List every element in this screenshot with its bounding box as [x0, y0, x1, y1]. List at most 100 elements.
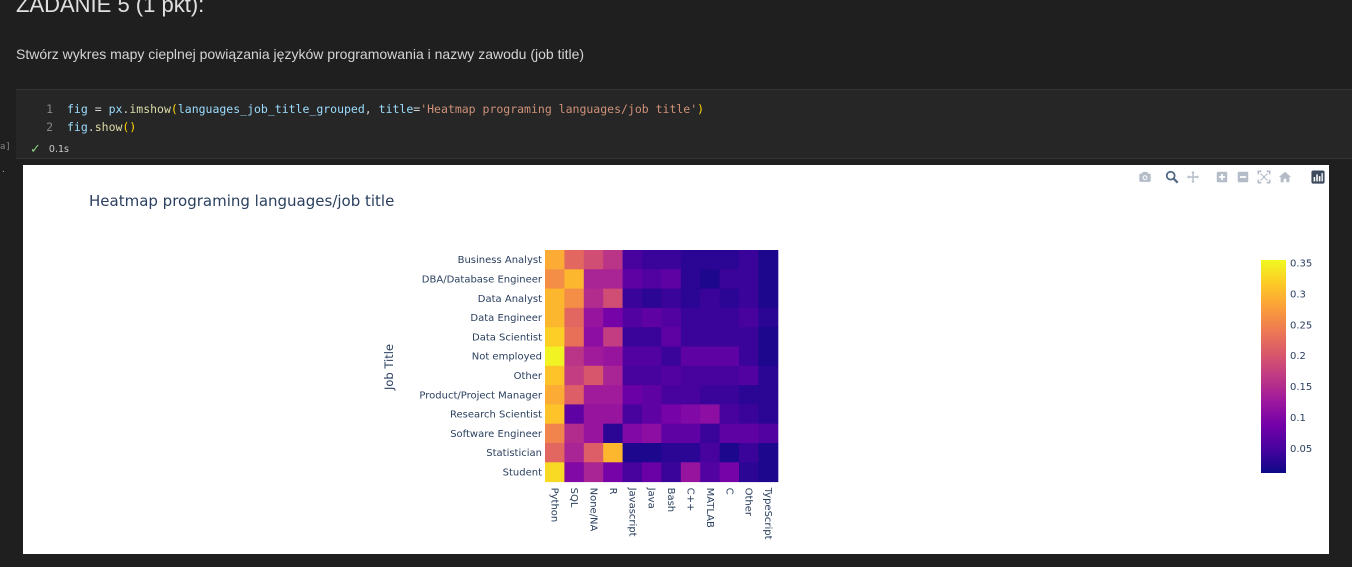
- heatmap-cell[interactable]: [545, 250, 565, 270]
- heatmap-cell[interactable]: [603, 385, 624, 405]
- heatmap-cell[interactable]: [642, 404, 662, 425]
- heatmap-cell[interactable]: [758, 404, 779, 425]
- heatmap-cell[interactable]: [739, 269, 759, 290]
- heatmap-cell[interactable]: [622, 346, 643, 367]
- heatmap-cell[interactable]: [622, 423, 643, 444]
- heatmap-cell[interactable]: [661, 250, 682, 270]
- heatmap-cell[interactable]: [642, 250, 662, 270]
- heatmap-cell[interactable]: [680, 385, 701, 405]
- heatmap-cell[interactable]: [642, 365, 662, 386]
- heatmap-cell[interactable]: [564, 288, 585, 309]
- heatmap-cell[interactable]: [545, 385, 565, 405]
- heatmap-cell[interactable]: [622, 250, 643, 270]
- heatmap-cell[interactable]: [545, 462, 565, 483]
- heatmap-cell[interactable]: [700, 288, 721, 309]
- heatmap-cell[interactable]: [642, 385, 662, 405]
- heatmap-cell[interactable]: [622, 443, 643, 463]
- heatmap-cell[interactable]: [583, 423, 604, 444]
- heatmap-cell[interactable]: [642, 423, 662, 444]
- heatmap-cell[interactable]: [603, 423, 624, 444]
- heatmap-cell[interactable]: [583, 385, 604, 405]
- heatmap-cell[interactable]: [603, 365, 624, 386]
- code-line-2[interactable]: 2 fig. show(): [16, 118, 1352, 136]
- heatmap-cell[interactable]: [700, 346, 721, 367]
- heatmap-cell[interactable]: [622, 269, 643, 290]
- heatmap-cell[interactable]: [661, 327, 682, 347]
- heatmap-cell[interactable]: [758, 462, 779, 483]
- heatmap-cell[interactable]: [661, 365, 682, 386]
- heatmap-cell[interactable]: [680, 250, 701, 270]
- heatmap-cell[interactable]: [680, 443, 701, 463]
- heatmap-cell[interactable]: [758, 269, 779, 290]
- heatmap-cell[interactable]: [719, 288, 740, 309]
- heatmap-cell[interactable]: [564, 385, 585, 405]
- heatmap-cell[interactable]: [583, 365, 604, 386]
- heatmap-cell[interactable]: [545, 365, 565, 386]
- heatmap-cell[interactable]: [564, 269, 585, 290]
- code-cell[interactable]: 1 fig = px. imshow(languages_job_title_gro…: [16, 89, 1352, 159]
- heatmap-cell[interactable]: [622, 288, 643, 309]
- heatmap-cell[interactable]: [719, 385, 740, 405]
- heatmap-cell[interactable]: [680, 365, 701, 386]
- heatmap-cell[interactable]: [603, 250, 624, 270]
- heatmap-cell[interactable]: [700, 327, 721, 347]
- heatmap-cell[interactable]: [700, 307, 721, 328]
- heatmap-cell[interactable]: [564, 443, 585, 463]
- heatmap-cell[interactable]: [603, 288, 624, 309]
- heatmap-cell[interactable]: [642, 288, 662, 309]
- heatmap-cell[interactable]: [719, 346, 740, 367]
- heatmap-cell[interactable]: [642, 462, 662, 483]
- heatmap-cell[interactable]: [739, 404, 759, 425]
- heatmap-cell[interactable]: [545, 307, 565, 328]
- heatmap-cell[interactable]: [603, 307, 624, 328]
- heatmap-cell[interactable]: [642, 307, 662, 328]
- heatmap-cell[interactable]: [622, 462, 643, 483]
- heatmap-cell[interactable]: [758, 288, 779, 309]
- heatmap-cell[interactable]: [622, 404, 643, 425]
- heatmap-cell[interactable]: [583, 346, 604, 367]
- heatmap-cell[interactable]: [603, 404, 624, 425]
- heatmap-cell[interactable]: [739, 385, 759, 405]
- heatmap-cell[interactable]: [758, 327, 779, 347]
- heatmap-cell[interactable]: [719, 250, 740, 270]
- heatmap-cell[interactable]: [719, 462, 740, 483]
- heatmap-cell[interactable]: [583, 288, 604, 309]
- heatmap-cell[interactable]: [622, 365, 643, 386]
- heatmap-cell[interactable]: [758, 250, 779, 270]
- heatmap-cell[interactable]: [661, 385, 682, 405]
- heatmap-cell[interactable]: [758, 346, 779, 367]
- heatmap-cell[interactable]: [564, 307, 585, 328]
- heatmap-cell[interactable]: [700, 269, 721, 290]
- heatmap-cell[interactable]: [583, 327, 604, 347]
- heatmap-cell[interactable]: [700, 404, 721, 425]
- heatmap-cell[interactable]: [622, 385, 643, 405]
- heatmap-cell[interactable]: [680, 346, 701, 367]
- heatmap-cell[interactable]: [680, 288, 701, 309]
- heatmap-cell[interactable]: [564, 404, 585, 425]
- heatmap-cell[interactable]: [661, 462, 682, 483]
- heatmap-cell[interactable]: [700, 443, 721, 463]
- heatmap-cell[interactable]: [758, 443, 779, 463]
- heatmap-cell[interactable]: [661, 404, 682, 425]
- heatmap-cell[interactable]: [719, 269, 740, 290]
- heatmap-cell[interactable]: [700, 385, 721, 405]
- heatmap-cell[interactable]: [700, 423, 721, 444]
- plot-output[interactable]: Heatmap programing languages/job title B…: [23, 165, 1329, 554]
- heatmap-cell[interactable]: [739, 346, 759, 367]
- heatmap-cell[interactable]: [700, 365, 721, 386]
- heatmap-cell[interactable]: [758, 365, 779, 386]
- heatmap-cell[interactable]: [661, 288, 682, 309]
- heatmap-cell[interactable]: [758, 307, 779, 328]
- heatmap-cell[interactable]: [661, 346, 682, 367]
- heatmap-cell[interactable]: [758, 423, 779, 444]
- heatmap-cell[interactable]: [680, 404, 701, 425]
- heatmap-cell[interactable]: [564, 423, 585, 444]
- code-editor[interactable]: 1 fig = px. imshow(languages_job_title_gro…: [16, 100, 1352, 136]
- heatmap-cell[interactable]: [680, 462, 701, 483]
- heatmap-cell[interactable]: [545, 404, 565, 425]
- heatmap-cell[interactable]: [564, 462, 585, 483]
- heatmap-cell[interactable]: [583, 462, 604, 483]
- heatmap-cell[interactable]: [583, 269, 604, 290]
- heatmap-cell[interactable]: [545, 288, 565, 309]
- heatmap-cell[interactable]: [700, 250, 721, 270]
